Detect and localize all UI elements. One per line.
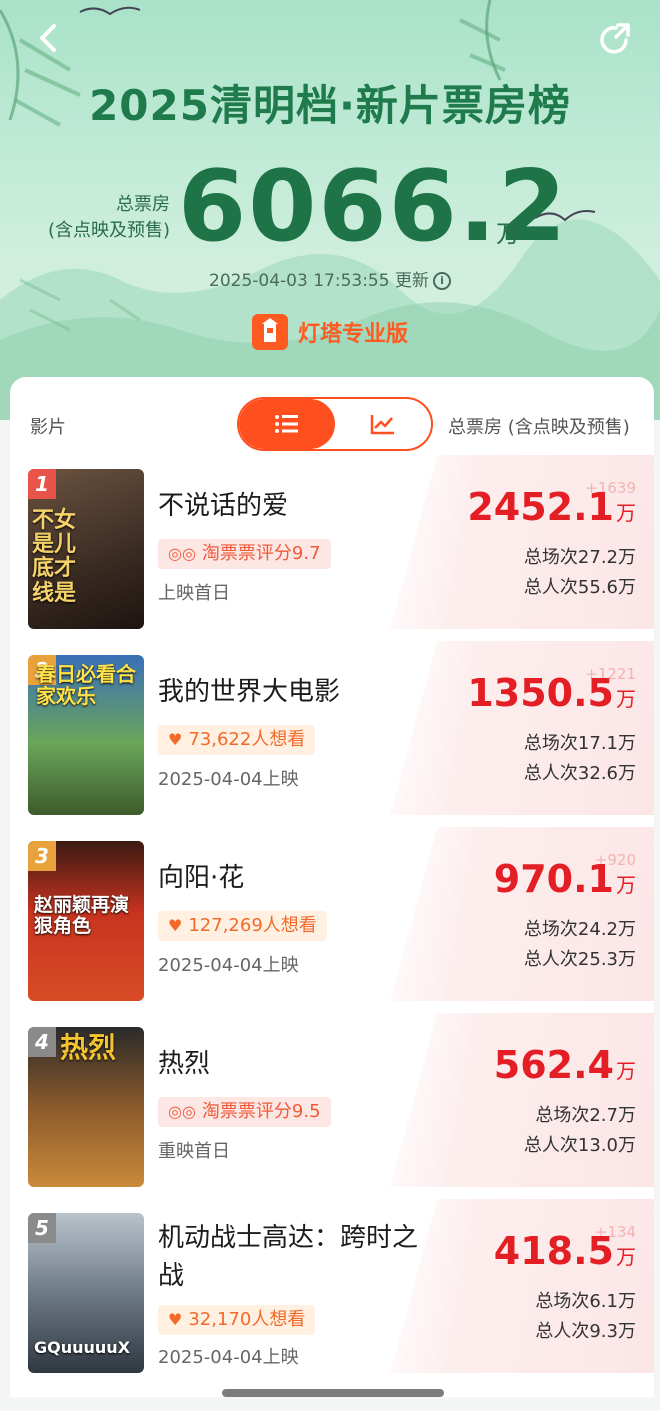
movie-poster: 2 春日必看合家欢乐 (28, 655, 144, 815)
want-to-watch-tag: ♥ 32,170人想看 (158, 1305, 316, 1335)
poster-caption: GQuuuuuX (34, 1338, 131, 1357)
release-date: 2025-04-04上映 (158, 955, 299, 976)
list-icon (275, 415, 298, 433)
total-box-label-line2: (含点映及预售) (47, 220, 170, 241)
lighthouse-logo-icon (252, 314, 288, 350)
brand: 灯塔专业版 (252, 313, 408, 351)
hero-banner: 2025清明档·新片票房榜 总票房 (含点映及预售) 6066.2 万 2025… (0, 0, 660, 420)
column-header-film: 影片 (30, 417, 66, 438)
glasses-icon: ◎◎ (168, 1102, 196, 1121)
film-name: 向阳·花 (158, 863, 245, 893)
release-status: 上映首日 (158, 583, 230, 604)
box-office-number: 970.1 (493, 857, 614, 901)
movie-poster: 1 不女是儿底才线是 (28, 469, 144, 629)
audience-count: 总人次13.0万 (523, 1135, 636, 1156)
want-to-watch-text: 73,622人想看 (188, 729, 306, 750)
box-office-unit: 万 (616, 687, 636, 711)
brand-name: 灯塔专业版 (298, 322, 409, 347)
release-status: 重映首日 (158, 1141, 230, 1162)
poster-caption: 赵丽颖再演狠角色 (34, 894, 130, 937)
want-to-watch-tag: ♥ 127,269人想看 (158, 911, 327, 941)
want-to-watch-text: 127,269人想看 (188, 915, 317, 936)
movie-poster: 5 GQuuuuuX (28, 1213, 144, 1373)
box-office-value: 970.1 万 (494, 857, 636, 901)
poster-caption: 春日必看合家欢乐 (36, 662, 136, 708)
film-name: 机动战士高达：跨时之战 (158, 1223, 419, 1291)
view-toggle (237, 397, 433, 451)
rating-text: 淘票票评分9.7 (201, 543, 321, 564)
rating-text: 淘票票评分9.5 (201, 1101, 321, 1122)
share-button[interactable] (596, 20, 636, 60)
screenings-count: 总场次6.1万 (535, 1291, 636, 1312)
movie-row[interactable]: 4 热烈 热烈 ◎◎ 淘票票评分9.5 重映首日 562.4 万 总场次2.7万 总… (10, 1013, 654, 1193)
update-time-text: 2025-04-03 17:53:55 更新 (209, 271, 429, 291)
movie-poster: 3 赵丽颖再演狠角色 (28, 841, 144, 1001)
update-time: 2025-04-03 17:53:55 更新 i (0, 266, 660, 291)
box-office-value: 2452.1 万 (467, 485, 636, 529)
box-office-value: 418.5 万 (494, 1229, 636, 1273)
film-name: 我的世界大电影 (158, 677, 341, 707)
home-indicator[interactable] (222, 1389, 444, 1397)
rating-tag: ◎◎ 淘票票评分9.5 (158, 1097, 331, 1127)
page-title: 2025清明档·新片票房榜 (89, 81, 571, 130)
total-box-unit: 万 (496, 220, 520, 248)
audience-count: 总人次25.3万 (523, 949, 636, 970)
box-office-value: 1350.5 万 (467, 671, 636, 715)
release-date: 2025-04-04上映 (158, 769, 299, 790)
rank-badge: 5 (28, 1213, 56, 1243)
trend-view-button[interactable] (335, 399, 431, 449)
screenings-count: 总场次24.2万 (523, 919, 636, 940)
movie-row[interactable]: 3 赵丽颖再演狠角色 向阳·花 ♥ 127,269人想看 2025-04-04上映… (10, 827, 654, 1007)
heart-icon: ♥ (168, 1310, 183, 1329)
total-box-label-line1: 总票房 (116, 194, 170, 215)
movie-row[interactable]: 2 春日必看合家欢乐 我的世界大电影 ♥ 73,622人想看 2025-04-04… (10, 641, 654, 821)
film-name: 不说话的爱 (158, 491, 289, 521)
poster-caption: 热烈 (60, 1031, 117, 1064)
rating-tag: ◎◎ 淘票票评分9.7 (158, 539, 331, 569)
screenings-count: 总场次27.2万 (523, 547, 636, 568)
box-office-number: 1350.5 (467, 671, 614, 715)
movie-poster: 4 热烈 (28, 1027, 144, 1187)
glasses-icon: ◎◎ (168, 544, 196, 563)
share-icon (600, 23, 630, 54)
movie-row[interactable]: 1 不女是儿底才线是 不说话的爱 ◎◎ 淘票票评分9.7 上映首日 +1639 2… (10, 455, 654, 635)
audience-count: 总人次32.6万 (523, 763, 636, 784)
release-date: 2025-04-04上映 (158, 1347, 299, 1368)
heart-icon: ♥ (168, 916, 183, 935)
ranking-panel: 影片 总票房 (含点映及预售) 1 不女是儿底才线是 不说话的爱 ◎◎ 淘票票评分… (10, 377, 654, 1397)
info-icon[interactable]: i (432, 272, 451, 290)
want-to-watch-text: 32,170人想看 (188, 1309, 306, 1330)
box-office-number: 562.4 (493, 1043, 614, 1087)
want-to-watch-tag: ♥ 73,622人想看 (158, 725, 316, 755)
box-office-number: 418.5 (493, 1229, 614, 1273)
rank-badge: 1 (28, 469, 56, 499)
box-office-unit: 万 (616, 873, 636, 897)
box-office-unit: 万 (616, 1059, 636, 1083)
list-view-button[interactable] (239, 399, 335, 449)
back-button[interactable] (30, 18, 70, 58)
rank-badge: 3 (28, 841, 56, 871)
screenings-count: 总场次17.1万 (523, 733, 636, 754)
box-office-unit: 万 (616, 501, 636, 525)
screenings-count: 总场次2.7万 (535, 1105, 636, 1126)
poster-caption: 不女是儿底才线是 (32, 508, 77, 606)
column-header-box-office: 总票房 (含点映及预售) (448, 417, 630, 438)
trend-chart-icon (370, 415, 394, 435)
heart-icon: ♥ (168, 730, 183, 749)
box-office-unit: 万 (616, 1245, 636, 1269)
box-office-value: 562.4 万 (494, 1043, 636, 1087)
movie-row[interactable]: 5 GQuuuuuX 机动战士高达：跨时之战 ♥ 32,170人想看 2025-0… (10, 1199, 654, 1379)
film-name: 热烈 (158, 1049, 211, 1079)
row-highlight (390, 1013, 654, 1187)
box-office-number: 2452.1 (467, 485, 614, 529)
audience-count: 总人次55.6万 (523, 577, 636, 598)
chevron-left-icon (40, 24, 56, 52)
rank-badge: 4 (28, 1027, 56, 1057)
total-box-label: 总票房 (含点映及预售) (38, 192, 170, 244)
audience-count: 总人次9.3万 (535, 1321, 636, 1342)
